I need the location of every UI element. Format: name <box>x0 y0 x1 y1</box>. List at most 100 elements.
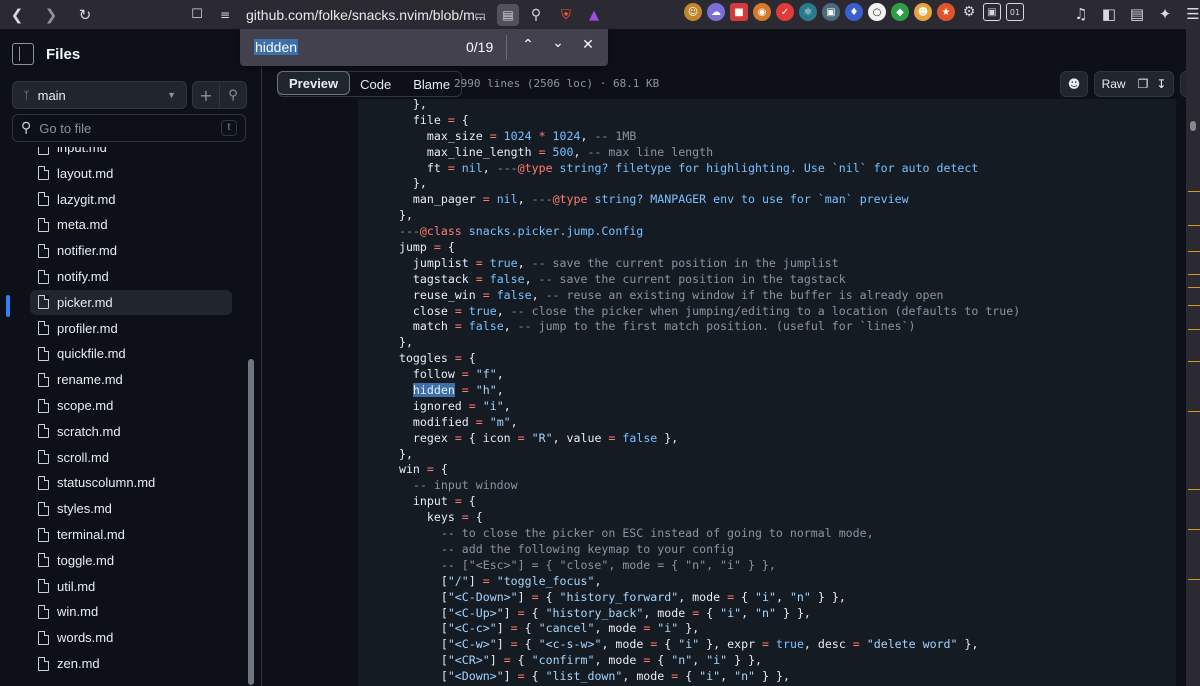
file-item[interactable]: picker.md <box>30 289 232 315</box>
code-line: keys = { <box>385 510 1020 526</box>
file-item[interactable]: lazygit.md <box>30 187 232 212</box>
file-item[interactable]: notify.md <box>30 264 232 289</box>
url-text[interactable]: github.com/folke/snacks.nvim/blob/m... <box>246 7 486 23</box>
code-token: tagstack <box>385 271 476 286</box>
file-item[interactable]: scope.md <box>30 393 232 418</box>
sidebar-scrollbar-thumb[interactable] <box>248 359 254 685</box>
close-icon[interactable]: ✕ <box>578 37 598 57</box>
find-previous-icon[interactable]: ⌃ <box>518 37 538 57</box>
screenshot-icon[interactable]: ▣ <box>983 3 1001 21</box>
raw-button[interactable]: Raw <box>1102 77 1134 91</box>
counter-icon[interactable]: 01 <box>1006 3 1024 21</box>
find-input[interactable]: hidden <box>254 39 299 55</box>
add-file-button[interactable]: + <box>192 81 220 109</box>
code-token: , <box>496 303 511 318</box>
wallet-icon[interactable]: ▤ <box>1126 3 1148 25</box>
file-item[interactable]: statuscolumn.md <box>30 470 232 495</box>
tab-blame[interactable]: Blame <box>402 72 461 96</box>
code-token: }, <box>385 335 413 350</box>
collapse-sidebar-icon[interactable] <box>12 43 34 65</box>
view-tabs: Preview Code Blame <box>277 71 463 97</box>
forward-icon[interactable]: ❯ <box>40 4 62 26</box>
file-item[interactable]: words.md <box>30 625 232 650</box>
code-token: 1024 <box>552 128 581 143</box>
file-item[interactable]: layout.md <box>30 161 232 186</box>
tab-code[interactable]: Code <box>349 72 402 96</box>
extension-icon[interactable]: ○ <box>868 3 886 21</box>
code-line: }, <box>385 99 1020 113</box>
extensions-puzzle-icon[interactable]: ⚙ <box>960 3 978 21</box>
menu-icon[interactable]: ☰ <box>1182 3 1200 25</box>
extension-icon[interactable]: ■ <box>730 3 748 21</box>
file-name: profiler.md <box>57 320 118 336</box>
code-line: }, <box>385 208 1020 224</box>
branch-selector[interactable]: ᛉ main ▼ <box>12 81 187 109</box>
extension-icon[interactable]: ♦ <box>845 3 863 21</box>
extension-icon[interactable]: ✓ <box>776 3 794 21</box>
sidebar-icon[interactable]: ◧ <box>1098 3 1120 25</box>
copilot-icon[interactable]: ☻ <box>1060 71 1088 97</box>
rewards-icon[interactable]: ▲ <box>583 4 605 26</box>
bookmark-icon[interactable]: ☐ <box>186 4 208 26</box>
back-icon[interactable]: ❮ <box>6 4 28 26</box>
code-token: -- max line length <box>587 144 714 159</box>
file-item[interactable]: meta.md <box>30 212 232 237</box>
find-match-marker <box>1188 287 1200 288</box>
file-item[interactable]: scroll.md <box>30 445 232 470</box>
cast-icon[interactable]: ▭ <box>469 4 491 26</box>
brave-shield-icon[interactable]: ⛨ <box>555 4 577 26</box>
reload-icon[interactable]: ↻ <box>74 4 96 26</box>
code-token: "i" <box>482 398 504 413</box>
extension-icon[interactable]: ☻ <box>914 3 932 21</box>
reader-view-icon[interactable]: ▤ <box>497 4 519 26</box>
code-line: regex = { icon = "R", value = false }, <box>385 431 1020 447</box>
find-match-marker <box>1188 529 1200 530</box>
code-token: { <box>734 589 756 604</box>
page-scrollbar-thumb[interactable] <box>1190 121 1196 131</box>
tab-preview[interactable]: Preview <box>277 71 351 95</box>
file-item[interactable]: zen.md <box>30 651 232 676</box>
file-icon <box>38 269 49 284</box>
file-item[interactable]: input.md <box>30 147 232 160</box>
file-item[interactable]: notifier.md <box>30 238 232 263</box>
file-icon <box>38 475 49 490</box>
code-token: -- input window <box>412 478 518 493</box>
file-item[interactable]: styles.md <box>30 496 232 521</box>
site-info-icon[interactable]: ≡ <box>214 4 236 26</box>
extension-icon[interactable]: ◆ <box>891 3 909 21</box>
file-item[interactable]: quickfile.md <box>30 341 232 366</box>
code-token: -- add the following keymap to your conf… <box>440 541 735 556</box>
page-scrollbar[interactable] <box>1186 29 1200 686</box>
download-icon[interactable]: ↧ <box>1152 77 1166 91</box>
file-item[interactable]: scratch.md <box>30 419 232 444</box>
copy-icon[interactable]: ❐ <box>1134 77 1153 91</box>
code-token: , <box>524 271 539 286</box>
code-token: { <box>678 669 700 684</box>
file-item[interactable]: win.md <box>30 599 232 624</box>
extension-icon[interactable]: ⚛ <box>799 3 817 21</box>
search-icon[interactable]: ⚲ <box>219 81 247 109</box>
file-item[interactable]: profiler.md <box>30 316 232 341</box>
zoom-icon[interactable]: ⚲ <box>525 4 547 26</box>
code-token: = <box>503 653 511 668</box>
extension-icon[interactable]: ★ <box>937 3 955 21</box>
code-line: follow = "f", <box>385 367 1020 383</box>
extension-icon[interactable]: ☁ <box>707 3 725 21</box>
code-token: ] <box>503 669 518 684</box>
music-icon[interactable]: ♫ <box>1070 3 1092 25</box>
code-token: false <box>622 430 658 445</box>
file-item[interactable]: rename.md <box>30 367 232 392</box>
file-tree-sidebar: Files ᛉ main ▼ + ⚲ ⚲ Go to file t input.… <box>0 29 262 686</box>
file-item[interactable]: terminal.md <box>30 522 232 547</box>
extension-icon[interactable]: ▣ <box>822 3 840 21</box>
file-item[interactable]: toggle.md <box>30 548 232 573</box>
extension-icon[interactable]: ◉ <box>753 3 771 21</box>
code-token: -- 1MB <box>594 128 637 143</box>
find-next-icon[interactable]: ⌄ <box>548 35 568 55</box>
file-item[interactable]: util.md <box>30 574 232 599</box>
ai-assistant-icon[interactable]: ✦ <box>1154 3 1176 25</box>
sidebar-scrollbar[interactable] <box>246 159 256 685</box>
extension-icon[interactable]: ☺ <box>684 3 702 21</box>
go-to-file-input[interactable]: ⚲ Go to file t <box>12 114 246 142</box>
code-token: , <box>482 160 497 175</box>
